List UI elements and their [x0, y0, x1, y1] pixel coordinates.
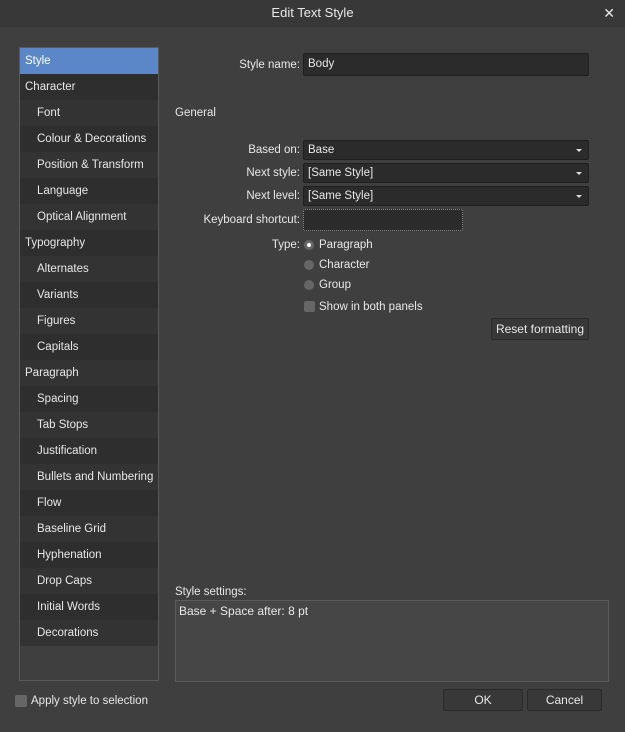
sidebar-item-variants[interactable]: Variants	[20, 282, 158, 308]
sidebar-item-baseline-grid[interactable]: Baseline Grid	[20, 516, 158, 542]
sidebar-item-language[interactable]: Language	[20, 178, 158, 204]
reset-formatting-button[interactable]: Reset formatting	[491, 318, 589, 340]
next-style-dropdown[interactable]: [Same Style]	[303, 163, 589, 183]
style-settings-value: Base + Space after: 8 pt	[179, 604, 309, 618]
sidebar-item-character[interactable]: Character	[20, 74, 158, 100]
style-settings-label: Style settings:	[175, 586, 247, 598]
next-level-label: Next level:	[246, 190, 300, 202]
type-radio-group[interactable]	[304, 280, 314, 290]
sidebar: Style Character Font Colour & Decorations Po…	[19, 47, 159, 681]
type-radio-paragraph[interactable]	[304, 240, 314, 250]
title-bar: Edit Text Style ✕	[0, 0, 625, 27]
next-level-value: [Same Style]	[308, 190, 374, 202]
sidebar-item-justification[interactable]: Justification	[20, 438, 158, 464]
sidebar-item-figures[interactable]: Figures	[20, 308, 158, 334]
dialog-title: Edit Text Style	[271, 5, 354, 20]
sidebar-item-decorations[interactable]: Decorations	[20, 620, 158, 646]
apply-style-checkbox[interactable]	[15, 695, 27, 707]
show-both-panels-label: Show in both panels	[319, 301, 423, 313]
type-label: Type:	[271, 239, 300, 251]
based-on-dropdown[interactable]: Base	[303, 140, 589, 160]
next-level-dropdown[interactable]: [Same Style]	[303, 186, 589, 206]
next-style-value: [Same Style]	[308, 167, 374, 179]
sidebar-item-flow[interactable]: Flow	[20, 490, 158, 516]
sidebar-item-typography[interactable]: Typography	[20, 230, 158, 256]
type-option-paragraph: Paragraph	[319, 239, 373, 251]
sidebar-item-alternates[interactable]: Alternates	[20, 256, 158, 282]
sidebar-item-bullets-and-numbering[interactable]: Bullets and Numbering	[20, 464, 158, 490]
style-name-value: Body	[308, 58, 335, 70]
type-option-group: Group	[319, 279, 351, 291]
sidebar-item-paragraph[interactable]: Paragraph	[20, 360, 158, 386]
show-both-panels-checkbox[interactable]	[304, 301, 315, 312]
sidebar-item-drop-caps[interactable]: Drop Caps	[20, 568, 158, 594]
apply-style-label: Apply style to selection	[31, 695, 148, 707]
next-style-label: Next style:	[246, 167, 300, 179]
based-on-label: Based on:	[248, 144, 300, 156]
keyboard-shortcut-label: Keyboard shortcut:	[203, 214, 300, 226]
sidebar-item-spacing[interactable]: Spacing	[20, 386, 158, 412]
sidebar-item-position-transform[interactable]: Position & Transform	[20, 152, 158, 178]
sidebar-item-style[interactable]: Style	[20, 48, 158, 74]
chevron-down-icon	[576, 195, 582, 198]
sidebar-item-optical-alignment[interactable]: Optical Alignment	[20, 204, 158, 230]
based-on-value: Base	[308, 144, 335, 156]
ok-button[interactable]: OK	[443, 689, 523, 711]
sidebar-item-capitals[interactable]: Capitals	[20, 334, 158, 360]
general-heading: General	[175, 107, 216, 119]
chevron-down-icon	[576, 172, 582, 175]
keyboard-shortcut-input[interactable]	[303, 209, 463, 231]
sidebar-item-colour-decorations[interactable]: Colour & Decorations	[20, 126, 158, 152]
sidebar-item-tab-stops[interactable]: Tab Stops	[20, 412, 158, 438]
chevron-down-icon	[576, 149, 582, 152]
style-name-label: Style name:	[239, 59, 300, 71]
style-settings-box: Base + Space after: 8 pt	[175, 600, 609, 682]
type-radio-character[interactable]	[304, 260, 314, 270]
style-name-input[interactable]: Body	[303, 53, 589, 76]
sidebar-item-initial-words[interactable]: Initial Words	[20, 594, 158, 620]
close-icon[interactable]: ✕	[603, 0, 615, 26]
sidebar-item-hyphenation[interactable]: Hyphenation	[20, 542, 158, 568]
type-option-character: Character	[319, 259, 370, 271]
cancel-button[interactable]: Cancel	[527, 689, 602, 711]
sidebar-item-font[interactable]: Font	[20, 100, 158, 126]
